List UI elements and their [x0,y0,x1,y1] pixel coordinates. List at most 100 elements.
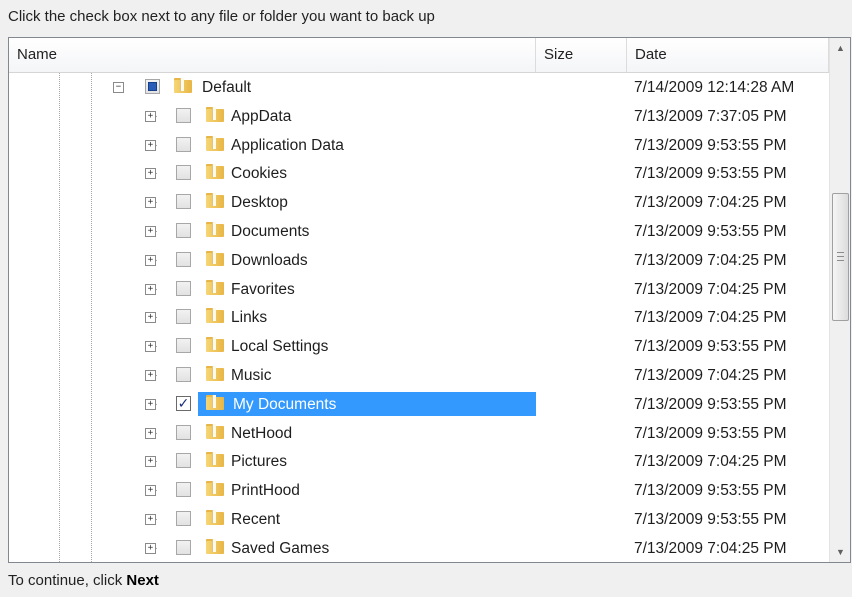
scroll-down-arrow-icon[interactable]: ▼ [830,542,850,562]
tree-row-date: 7/13/2009 7:04:25 PM [634,309,787,327]
tree-row-label: Default [202,79,252,96]
tree-row[interactable]: + Cookies 7/13/2009 9:53:55 PM [9,159,829,188]
tree-row[interactable]: + Local Settings 7/13/2009 9:53:55 PM [9,332,829,361]
footer-next-word: Next [126,572,159,589]
folder-icon [206,394,224,410]
row-checkbox-checked[interactable]: ✓ [176,395,191,411]
column-header-date[interactable]: Date [627,38,829,72]
tree-row-date: 7/14/2009 12:14:28 AM [634,79,795,96]
expand-icon[interactable]: + [145,398,156,410]
folder-icon [206,135,224,151]
footer-hint: To continue, click Next [8,572,159,589]
grip-icon [837,252,844,261]
tree-row[interactable]: + PrintHood 7/13/2009 9:53:55 PM [9,476,829,505]
tree-row-date: 7/13/2009 9:53:55 PM [634,338,787,356]
tree-row-date: 7/13/2009 7:04:25 PM [634,251,787,269]
tree-row[interactable]: + Music 7/13/2009 7:04:25 PM [9,361,829,390]
tree-row-label: Cookies [231,165,287,183]
tree-row-date: 7/13/2009 9:53:55 PM [634,482,787,500]
row-checkbox[interactable] [176,136,191,152]
expand-icon[interactable]: + [145,542,156,554]
vertical-scrollbar[interactable]: ▲ ▼ [829,38,850,562]
expand-icon[interactable]: + [145,341,156,353]
column-header-name[interactable]: Name [9,38,536,72]
expand-icon[interactable]: + [145,485,156,497]
tree-row[interactable]: + Favorites 7/13/2009 7:04:25 PM [9,275,829,304]
expand-icon[interactable]: + [145,369,156,381]
row-checkbox[interactable] [176,222,191,238]
tree-row-date: 7/13/2009 7:04:25 PM [634,539,787,557]
folder-icon [206,423,224,439]
tree-row-label: PrintHood [231,482,300,500]
tree-row-label: Music [231,366,272,384]
row-checkbox[interactable] [176,424,191,440]
tree-row[interactable]: + Downloads 7/13/2009 7:04:25 PM [9,246,829,275]
row-checkbox[interactable] [176,539,191,555]
row-checkbox[interactable] [176,280,191,296]
expand-icon[interactable]: + [145,283,156,295]
expand-icon[interactable]: + [145,312,156,324]
tree-row-root[interactable]: − Default 7/14/2009 12:14:28 AM [9,73,829,102]
tree-row-label: Documents [231,222,310,240]
expand-icon[interactable]: + [145,427,156,439]
footer-hint-text: To continue, click [8,572,127,589]
folder-icon [206,164,224,180]
tree-row-date: 7/13/2009 9:53:55 PM [634,510,787,528]
expand-icon[interactable]: + [145,456,156,468]
tree-row-label: NetHood [231,424,293,442]
expand-icon[interactable]: + [145,168,156,180]
tree-row[interactable]: + Recent 7/13/2009 9:53:55 PM [9,505,829,534]
row-checkbox[interactable] [176,510,191,526]
tree-row-date: 7/13/2009 9:53:55 PM [634,165,787,183]
row-checkbox[interactable] [176,165,191,181]
expand-icon[interactable]: + [145,110,156,122]
folder-icon [206,509,224,525]
tree-row-date: 7/13/2009 7:04:25 PM [634,453,787,471]
expand-icon[interactable]: + [145,139,156,151]
column-header-size[interactable]: Size [536,38,627,72]
tree-row-date: 7/13/2009 9:53:55 PM [634,136,787,154]
expand-icon[interactable]: + [145,225,156,237]
tree-row-date: 7/13/2009 7:37:05 PM [634,107,787,125]
expand-icon[interactable]: + [145,513,156,525]
folder-icon [174,78,192,93]
folder-icon [206,279,224,295]
row-checkbox[interactable] [176,251,191,267]
folder-icon [206,337,224,353]
tree-row[interactable]: + Pictures 7/13/2009 7:04:25 PM [9,447,829,476]
tree-row[interactable]: + Application Data 7/13/2009 9:53:55 PM [9,131,829,160]
row-checkbox[interactable] [176,366,191,382]
folder-icon [206,106,224,122]
row-checkbox[interactable] [176,482,191,498]
tree-row-date: 7/13/2009 9:53:55 PM [634,395,787,413]
file-tree-view[interactable]: Name Size Date − Default 7/14/2009 12:14:2… [8,37,851,563]
tree-row[interactable]: + ✓ My Documents 7/13/2009 9:53:55 PM [9,390,829,419]
expand-icon[interactable]: + [145,254,156,266]
row-checkbox[interactable] [176,453,191,469]
folder-icon [206,481,224,497]
tree-row[interactable]: + Saved Games 7/13/2009 7:04:25 PM [9,534,829,562]
tree-row[interactable]: + NetHood 7/13/2009 9:53:55 PM [9,419,829,448]
tree-row-label: Saved Games [231,539,330,557]
folder-icon [206,221,224,237]
tree-row-date: 7/13/2009 9:53:55 PM [634,424,787,442]
tree-row[interactable]: + AppData 7/13/2009 7:37:05 PM [9,102,829,131]
root-checkbox[interactable] [145,79,160,94]
collapse-icon[interactable]: − [113,82,124,93]
tree-row[interactable]: + Links 7/13/2009 7:04:25 PM [9,303,829,332]
row-checkbox[interactable] [176,338,191,354]
tree-rows: − Default 7/14/2009 12:14:28 AM + AppData 7/1… [9,73,829,562]
row-checkbox[interactable] [176,194,191,210]
folder-icon [206,538,224,554]
tree-row-label: Links [231,309,268,327]
scrollbar-thumb[interactable] [832,193,849,321]
expand-icon[interactable]: + [145,197,156,209]
row-checkbox[interactable] [176,309,191,325]
tree-row-label: Pictures [231,453,287,471]
tree-row-label: Downloads [231,251,308,269]
tree-row[interactable]: + Documents 7/13/2009 9:53:55 PM [9,217,829,246]
row-checkbox[interactable] [176,107,191,123]
folder-icon [206,365,224,381]
scroll-up-arrow-icon[interactable]: ▲ [830,38,850,58]
tree-row[interactable]: + Desktop 7/13/2009 7:04:25 PM [9,188,829,217]
